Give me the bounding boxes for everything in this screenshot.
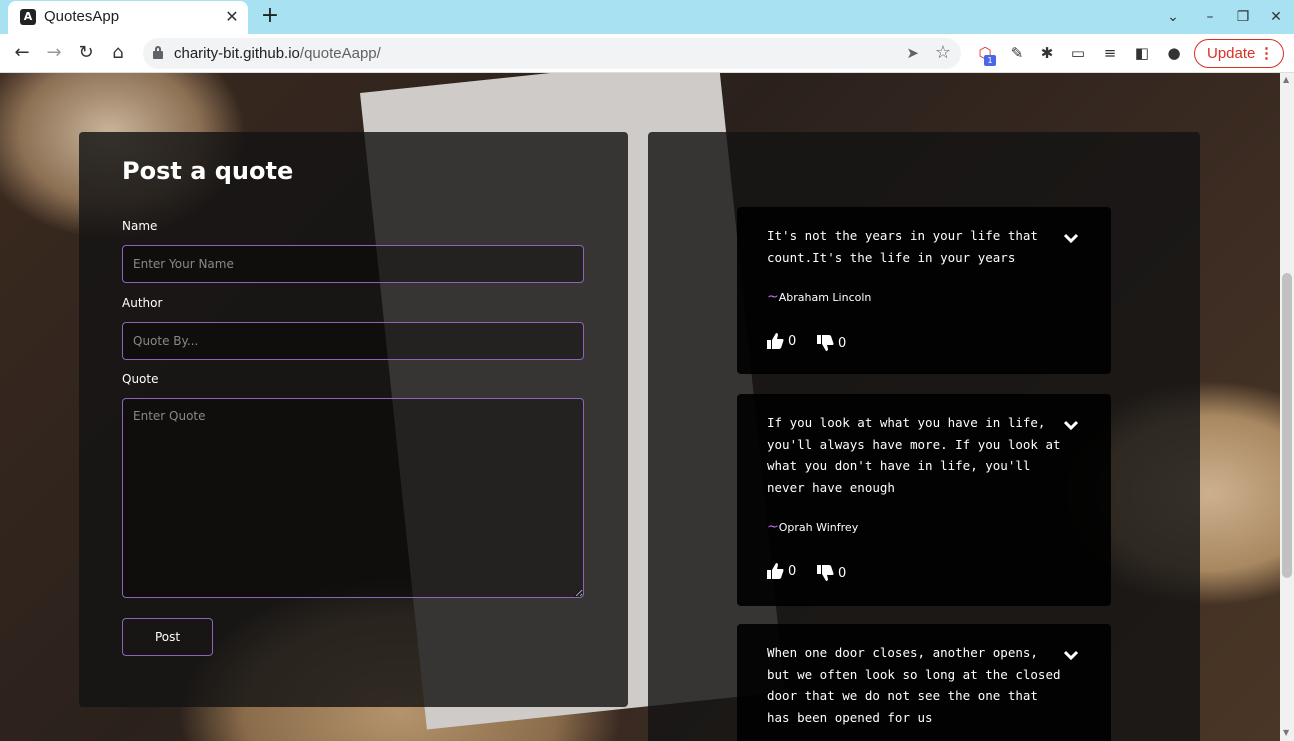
lock-icon bbox=[153, 46, 163, 59]
post-button[interactable]: Post bbox=[122, 618, 213, 656]
minimize-icon[interactable]: – bbox=[1199, 6, 1221, 28]
thumbs-down-icon bbox=[817, 335, 834, 351]
tab-strip: A QuotesApp ✕ + ⌄ – ❐ ✕ bbox=[0, 0, 1294, 34]
angular-favicon-icon: A bbox=[20, 9, 36, 25]
quote-text: When one door closes, another opens, but… bbox=[767, 645, 1061, 725]
downvote-button[interactable]: 0 bbox=[817, 335, 846, 351]
scroll-up-arrow-icon[interactable]: ▲ bbox=[1283, 75, 1289, 84]
update-button[interactable]: Update ⋮ bbox=[1194, 39, 1284, 68]
quote-text: If you look at what you have in life, yo… bbox=[767, 415, 1061, 495]
media-queue-icon[interactable]: ≡ bbox=[1100, 43, 1120, 63]
chevron-down-icon[interactable] bbox=[1064, 650, 1078, 660]
browser-toolbar: ← → ↻ ⌂ charity-bit.github.io/quoteAapp/… bbox=[0, 34, 1294, 73]
author-input[interactable] bbox=[122, 322, 584, 360]
forward-icon[interactable]: → bbox=[42, 41, 66, 65]
browser-tab[interactable]: A QuotesApp ✕ bbox=[8, 1, 248, 34]
quote-card: If you look at what you have in life, yo… bbox=[737, 394, 1111, 606]
chevron-down-icon[interactable] bbox=[1064, 233, 1078, 243]
thumbs-up-icon bbox=[767, 563, 784, 579]
page-viewport: Post a quote Name Author Quote Post It's… bbox=[0, 73, 1280, 741]
quote-card: It's not the years in your life that cou… bbox=[737, 207, 1111, 374]
tab-search-icon[interactable]: ⌄ bbox=[1162, 6, 1184, 28]
scroll-down-arrow-icon[interactable]: ▼ bbox=[1283, 728, 1289, 737]
back-icon[interactable]: ← bbox=[10, 41, 34, 65]
address-bar[interactable]: charity-bit.github.io/quoteAapp/ ➤ ☆ bbox=[143, 38, 961, 69]
side-panel-icon[interactable]: ◧ bbox=[1132, 43, 1152, 63]
post-quote-panel: Post a quote Name Author Quote Post bbox=[79, 132, 628, 707]
quote-author: ~Abraham Lincoln bbox=[767, 289, 872, 305]
thumbs-up-icon bbox=[767, 333, 784, 349]
downvote-count: 0 bbox=[838, 335, 847, 351]
tab-title: QuotesApp bbox=[44, 8, 120, 25]
quote-text: It's not the years in your life that cou… bbox=[767, 228, 1038, 265]
quote-card: When one door closes, another opens, but… bbox=[737, 624, 1111, 741]
quote-label: Quote bbox=[122, 372, 159, 386]
author-label: Author bbox=[122, 296, 163, 310]
bookmark-star-icon[interactable]: ☆ bbox=[935, 42, 951, 63]
cast-icon[interactable]: ▭ bbox=[1068, 43, 1088, 63]
quotes-list-panel: It's not the years in your life that cou… bbox=[648, 132, 1200, 741]
close-tab-icon[interactable]: ✕ bbox=[222, 7, 242, 27]
form-title: Post a quote bbox=[122, 157, 294, 185]
downvote-count: 0 bbox=[838, 565, 847, 581]
upvote-count: 0 bbox=[788, 563, 797, 579]
kebab-menu-icon[interactable]: ⋮ bbox=[1259, 40, 1274, 67]
reload-icon[interactable]: ↻ bbox=[74, 41, 98, 65]
profile-avatar-icon[interactable]: ● bbox=[1164, 43, 1184, 63]
chevron-down-icon[interactable] bbox=[1064, 420, 1078, 430]
home-icon[interactable]: ⌂ bbox=[106, 41, 130, 65]
downvote-button[interactable]: 0 bbox=[817, 565, 846, 581]
quote-textarea[interactable] bbox=[122, 398, 584, 598]
new-tab-icon[interactable]: + bbox=[258, 5, 282, 29]
scrollbar-thumb[interactable] bbox=[1282, 273, 1292, 578]
pen-extension-icon[interactable]: ✎ bbox=[1007, 43, 1027, 63]
url-text: charity-bit.github.io/quoteAapp/ bbox=[174, 45, 381, 62]
upvote-button[interactable]: 0 bbox=[767, 563, 796, 579]
close-window-icon[interactable]: ✕ bbox=[1265, 6, 1287, 28]
name-input[interactable] bbox=[122, 245, 584, 283]
send-to-device-icon[interactable]: ➤ bbox=[906, 44, 919, 62]
thumbs-down-icon bbox=[817, 565, 834, 581]
name-label: Name bbox=[122, 219, 158, 233]
upvote-count: 0 bbox=[788, 333, 797, 349]
extension-badge-count: 1 bbox=[984, 55, 996, 66]
quote-author: ~Oprah Winfrey bbox=[767, 519, 859, 535]
puzzle-extensions-icon[interactable]: ✱ bbox=[1037, 43, 1057, 63]
upvote-button[interactable]: 0 bbox=[767, 333, 796, 349]
restore-icon[interactable]: ❐ bbox=[1232, 6, 1254, 28]
